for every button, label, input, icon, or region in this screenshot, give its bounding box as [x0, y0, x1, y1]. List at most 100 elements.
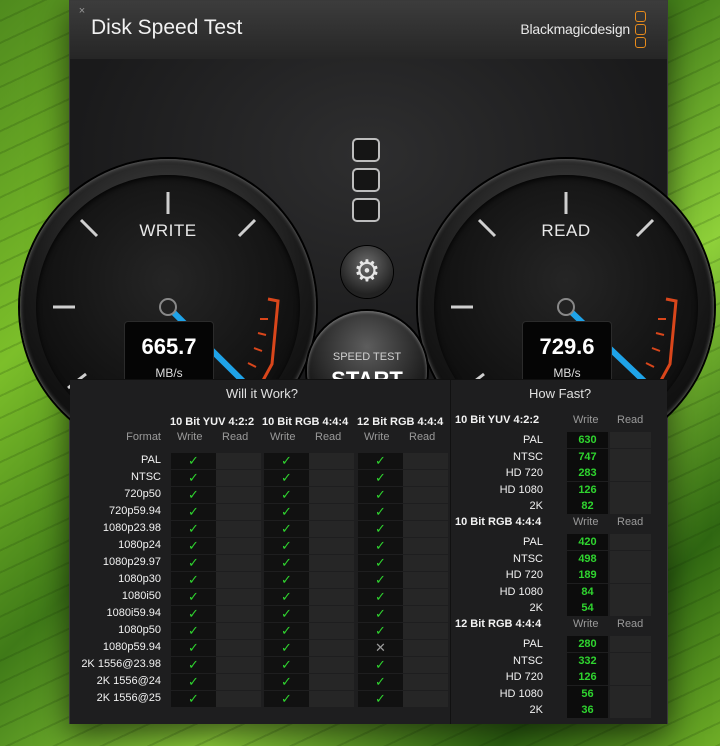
sub-header-read: Read [315, 431, 342, 443]
how-fast-title: How Fast? [529, 386, 592, 401]
status-indicator-stack [350, 138, 384, 228]
read-speed-value: 729.6 [539, 334, 595, 359]
write-cell: ✓ [171, 487, 216, 503]
how-fast-read-value [610, 600, 651, 616]
check-icon: ✓ [281, 623, 292, 638]
read-cell [403, 623, 448, 639]
read-cell [216, 555, 261, 571]
write-cell: ✓ [264, 470, 309, 486]
close-icon[interactable]: × [76, 5, 88, 17]
check-icon: ✓ [188, 572, 199, 587]
write-cell: ✓ [171, 521, 216, 537]
format-row: PAL ✓ ✓ ✓ [76, 452, 448, 469]
check-icon: ✓ [281, 572, 292, 587]
how-fast-row: HD 1080 84 [451, 583, 665, 600]
how-fast-write-value: 630 [567, 432, 608, 448]
how-fast-write-value: 126 [567, 481, 608, 498]
read-cell [309, 657, 354, 673]
read-cell [216, 504, 261, 520]
how-fast-row: PAL 280 [451, 636, 665, 652]
check-icon: ✓ [375, 674, 386, 689]
read-cell [309, 606, 354, 622]
write-cell: ✓ [358, 504, 403, 520]
format-name: 2K 1556@24 [96, 675, 161, 687]
write-cell: ✓ [171, 623, 216, 639]
format-name: 1080p24 [118, 539, 161, 551]
read-cell [403, 521, 448, 537]
how-fast-format-name: HD 720 [505, 467, 543, 479]
read-cell [216, 674, 261, 690]
format-name: 720p59.94 [109, 505, 161, 517]
how-fast-read-value [610, 567, 651, 583]
read-speed-unit: MB/s [553, 366, 581, 380]
check-icon: ✓ [188, 504, 199, 519]
how-fast-write-value: 84 [567, 583, 608, 600]
write-cell: ✓ [358, 555, 403, 571]
settings-button[interactable]: ⚙ [341, 246, 393, 298]
format-row: 1080p50 ✓ ✓ ✓ [76, 622, 448, 639]
check-icon: ✓ [188, 521, 199, 536]
read-label: READ [541, 221, 591, 240]
status-indicator-1 [352, 138, 380, 162]
group-header-rgb444-10: 10 Bit RGB 4:4:4 [262, 416, 349, 428]
check-icon: ✓ [188, 691, 199, 706]
read-cell [403, 453, 448, 469]
how-fast-row: 2K 82 [451, 498, 665, 514]
write-cell: ✓ [264, 538, 309, 554]
format-name: PAL [141, 454, 161, 466]
write-cell: ✓ [358, 589, 403, 605]
how-fast-format-name: HD 720 [505, 671, 543, 683]
read-cell [403, 487, 448, 503]
write-label: WRITE [139, 221, 197, 240]
how-fast-format-name: PAL [523, 434, 543, 446]
write-cell: ✓ [264, 589, 309, 605]
read-cell [216, 487, 261, 503]
write-cell: ✓ [264, 674, 309, 690]
how-fast-group-title: 10 Bit RGB 4:4:4 [455, 516, 542, 528]
read-cell [216, 691, 261, 707]
write-cell: ✓ [264, 487, 309, 503]
how-fast-read-value [610, 669, 651, 685]
check-icon: ✓ [188, 453, 199, 468]
how-fast-group-title: 12 Bit RGB 4:4:4 [455, 618, 542, 630]
write-cell: ✓ [264, 640, 309, 656]
group-header-rgb444-12: 12 Bit RGB 4:4:4 [357, 416, 444, 428]
how-fast-format-name: 2K [529, 704, 543, 716]
read-cell [403, 674, 448, 690]
check-icon: ✓ [188, 623, 199, 638]
how-fast-read-header: Read [617, 516, 644, 528]
write-cell: ✓ [264, 555, 309, 571]
how-fast-panel: How Fast? 10 Bit YUV 4:2:2 Write Read PAL 63… [451, 380, 667, 724]
read-cell [309, 453, 354, 469]
check-icon: ✓ [375, 453, 386, 468]
check-icon: ✓ [281, 640, 292, 655]
check-icon: ✓ [375, 487, 386, 502]
read-cell [309, 623, 354, 639]
how-fast-read-header: Read [617, 618, 644, 630]
how-fast-read-value [610, 498, 651, 514]
read-cell [403, 572, 448, 588]
how-fast-read-header: Read [617, 414, 644, 426]
write-cell: ✓ [264, 453, 309, 469]
read-cell [216, 538, 261, 554]
how-fast-write-value: 82 [567, 498, 608, 514]
check-icon: ✓ [281, 555, 292, 570]
check-icon: ✓ [375, 623, 386, 638]
format-row: 720p59.94 ✓ ✓ ✓ [76, 503, 448, 520]
read-cell [309, 504, 354, 520]
gear-icon: ⚙ [353, 255, 381, 288]
write-cell: ✓ [171, 589, 216, 605]
how-fast-row: HD 720 283 [451, 465, 665, 481]
read-cell [309, 640, 354, 656]
check-icon: ✓ [375, 470, 386, 485]
read-cell [403, 640, 448, 656]
write-cell: ✓ [264, 657, 309, 673]
how-fast-read-value [610, 432, 651, 448]
group-header-yuv422: 10 Bit YUV 4:2:2 [170, 416, 255, 428]
check-icon: ✓ [375, 657, 386, 672]
read-cell [403, 606, 448, 622]
how-fast-write-value: 420 [567, 534, 608, 550]
read-cell [403, 504, 448, 520]
cross-icon: ✕ [375, 640, 386, 655]
format-name: 1080p29.97 [102, 556, 161, 568]
